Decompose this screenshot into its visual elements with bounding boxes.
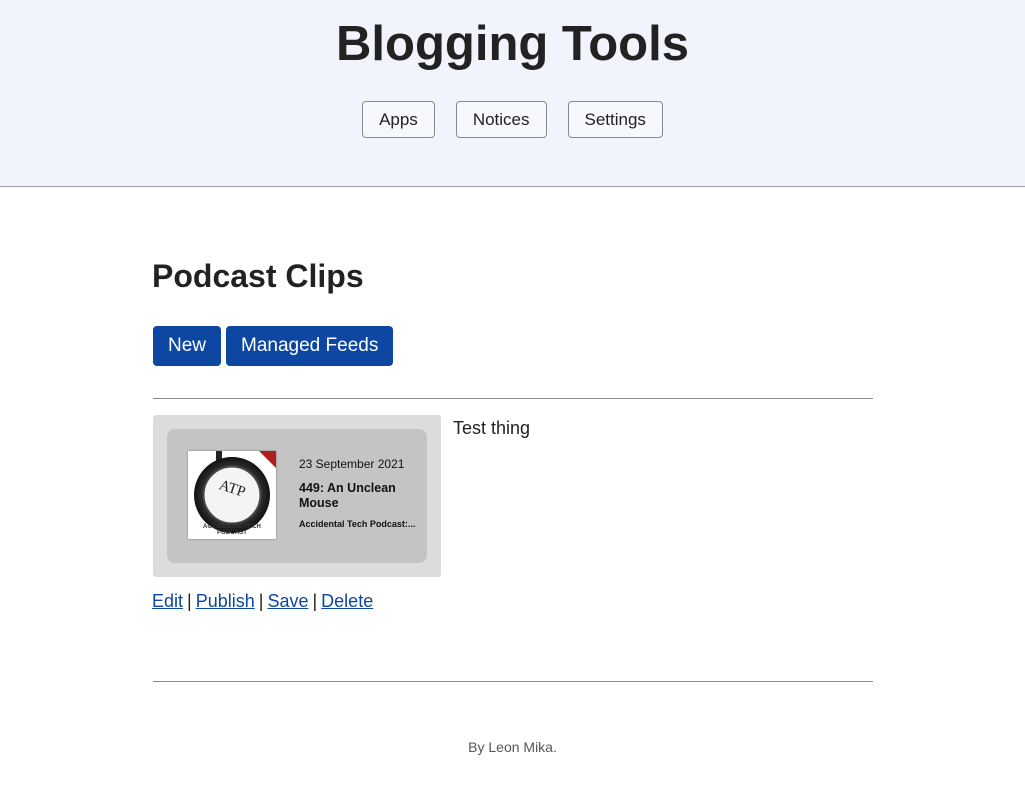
new-clip-button[interactable]: New <box>153 326 222 366</box>
main-nav: Apps Notices Settings <box>0 101 1025 138</box>
nav-settings-button[interactable]: Settings <box>567 101 663 138</box>
link-separator: | <box>258 591 264 611</box>
site-header: Blogging Tools Apps Notices Settings <box>0 0 1025 187</box>
nav-apps-button[interactable]: Apps <box>362 101 435 138</box>
action-bar: New Managed Feeds <box>153 326 394 366</box>
divider-top <box>153 398 873 399</box>
save-link[interactable]: Save <box>267 591 308 611</box>
footer-credit: By Leon Mika. <box>468 739 557 755</box>
edit-link[interactable]: Edit <box>152 591 183 611</box>
managed-feeds-button[interactable]: Managed Feeds <box>226 326 394 366</box>
episode-card: ATP ACCIDENTAL TECH PODCAST 23 September… <box>167 429 427 563</box>
publish-link[interactable]: Publish <box>196 591 255 611</box>
episode-show-name: Accidental Tech Podcast:... <box>299 519 416 529</box>
podcast-cover-art: ATP ACCIDENTAL TECH PODCAST <box>188 451 276 539</box>
episode-title: 449: An Unclean Mouse <box>299 481 396 510</box>
episode-date: 23 September 2021 <box>299 457 405 471</box>
clip-actions: Edit | Publish | Save | Delete <box>152 591 373 612</box>
clip-preview-image: ATP ACCIDENTAL TECH PODCAST 23 September… <box>153 415 441 577</box>
cover-caption: ACCIDENTAL TECH PODCAST <box>203 524 261 536</box>
link-separator: | <box>312 591 318 611</box>
link-separator: | <box>187 591 192 611</box>
clip-title: Test thing <box>453 418 531 438</box>
page-title: Podcast Clips <box>152 258 364 294</box>
nav-notices-button[interactable]: Notices <box>455 101 547 138</box>
delete-link[interactable]: Delete <box>321 591 373 611</box>
site-title[interactable]: Blogging Tools <box>0 12 1025 76</box>
divider-bottom <box>153 681 873 682</box>
